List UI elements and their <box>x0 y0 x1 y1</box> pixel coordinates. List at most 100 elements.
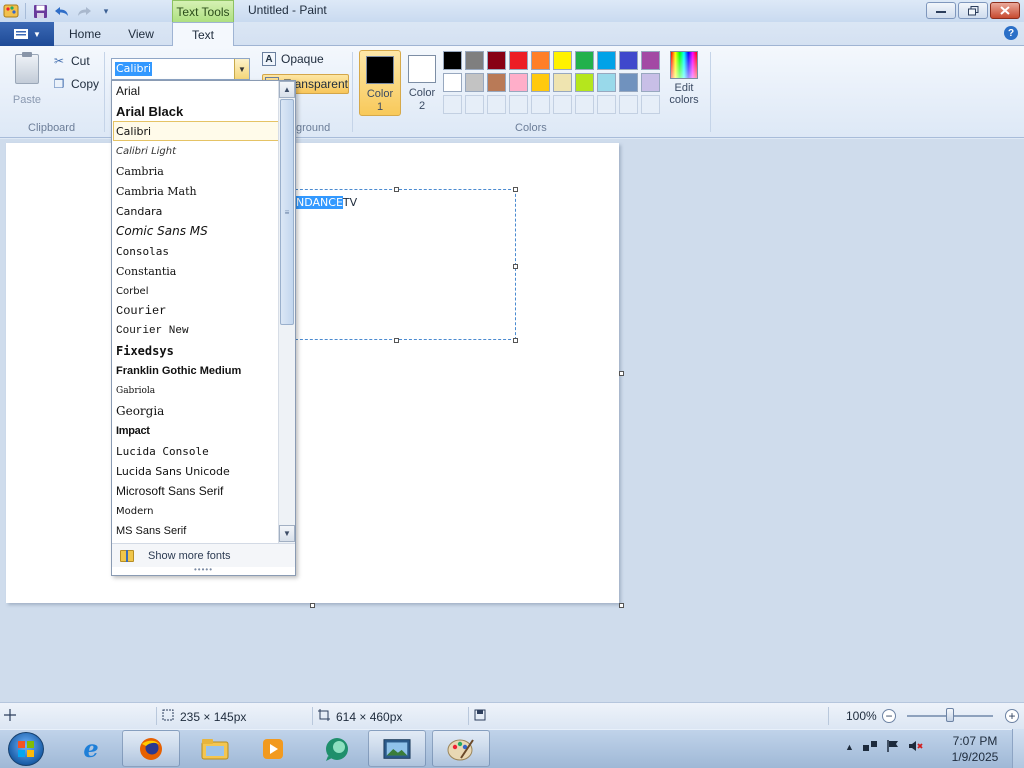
taskbar-photo-viewer[interactable] <box>368 730 426 767</box>
palette-swatch[interactable] <box>509 51 528 70</box>
font-option[interactable]: Lucida Console <box>112 441 280 461</box>
action-center-flag-icon[interactable] <box>886 739 900 756</box>
custom-color-slot[interactable] <box>487 95 506 114</box>
volume-muted-icon[interactable] <box>908 739 924 756</box>
network-icon[interactable] <box>862 739 878 756</box>
custom-color-slot[interactable] <box>509 95 528 114</box>
show-desktop-button[interactable] <box>1012 729 1024 768</box>
palette-swatch[interactable] <box>619 51 638 70</box>
custom-color-slot[interactable] <box>443 95 462 114</box>
canvas-resize-handle-bottom[interactable] <box>310 603 315 608</box>
custom-color-slot[interactable] <box>465 95 484 114</box>
close-button[interactable] <box>990 2 1020 19</box>
dropdown-resize-grip[interactable]: ••••• <box>112 566 295 575</box>
show-hidden-icons-icon[interactable]: ▲ <box>845 742 854 752</box>
tab-home[interactable]: Home <box>62 22 108 46</box>
palette-swatch[interactable] <box>443 73 462 92</box>
palette-swatch[interactable] <box>575 51 594 70</box>
minimize-button[interactable] <box>926 2 956 19</box>
palette-swatch[interactable] <box>575 73 594 92</box>
palette-swatch[interactable] <box>641 73 660 92</box>
custom-color-slot[interactable] <box>575 95 594 114</box>
undo-icon[interactable] <box>51 1 73 21</box>
font-option[interactable]: Courier New <box>112 321 280 341</box>
palette-swatch[interactable] <box>487 73 506 92</box>
taskbar-firefox[interactable] <box>122 730 180 767</box>
font-option[interactable]: Modern <box>112 501 280 521</box>
font-option[interactable]: Fixedsys <box>112 341 280 361</box>
palette-swatch[interactable] <box>619 73 638 92</box>
text-box-content[interactable]: NDANCETV <box>296 196 357 209</box>
paint-menu-button[interactable]: ▼ <box>0 22 54 46</box>
custom-color-slot[interactable] <box>641 95 660 114</box>
scrollbar-thumb[interactable]: ≡ <box>280 99 294 325</box>
chevron-down-icon[interactable]: ▼ <box>234 59 249 79</box>
palette-swatch[interactable] <box>443 51 462 70</box>
cut-button[interactable]: ✂ Cut <box>52 54 90 68</box>
canvas-resize-handle-right[interactable] <box>619 371 624 376</box>
palette-swatch[interactable] <box>509 73 528 92</box>
palette-swatch[interactable] <box>487 51 506 70</box>
tab-text[interactable]: Text <box>172 22 234 47</box>
font-option[interactable]: Microsoft Sans Serif <box>112 481 280 501</box>
customize-qat-icon[interactable]: ▾ <box>95 1 117 21</box>
font-option[interactable]: Cambria Math <box>112 181 280 201</box>
font-family-value[interactable]: Calibri <box>115 62 153 76</box>
help-icon[interactable]: ? <box>1004 26 1018 40</box>
font-option[interactable]: Corbel <box>112 281 280 301</box>
palette-swatch[interactable] <box>553 73 572 92</box>
restore-button[interactable] <box>958 2 988 19</box>
custom-color-slot[interactable] <box>619 95 638 114</box>
palette-swatch[interactable] <box>531 51 550 70</box>
canvas-resize-handle-corner[interactable] <box>619 603 624 608</box>
custom-color-slot[interactable] <box>597 95 616 114</box>
scroll-up-arrow-icon[interactable]: ▲ <box>279 81 295 98</box>
start-button[interactable] <box>8 732 44 766</box>
taskbar-chat-app[interactable] <box>308 730 366 767</box>
text-box-handle-right[interactable] <box>513 264 518 269</box>
font-option[interactable]: Constantia <box>112 261 280 281</box>
palette-swatch[interactable] <box>553 51 572 70</box>
font-option[interactable]: Impact <box>112 421 280 441</box>
palette-swatch[interactable] <box>531 73 550 92</box>
color-1-button[interactable]: Color 1 <box>359 50 401 116</box>
paint-app-icon[interactable] <box>0 1 22 21</box>
text-box-handle-bottom[interactable] <box>394 338 399 343</box>
font-option[interactable]: Comic Sans MS <box>112 221 280 241</box>
show-more-fonts-button[interactable]: Show more fonts <box>112 543 295 567</box>
zoom-in-button[interactable]: + <box>1005 709 1019 723</box>
font-option[interactable]: Arial <box>112 81 280 101</box>
text-box-handle-bottom-right[interactable] <box>513 338 518 343</box>
text-box-handle-top[interactable] <box>394 187 399 192</box>
font-option[interactable]: Lucida Sans Unicode <box>112 461 280 481</box>
custom-color-slot[interactable] <box>553 95 572 114</box>
taskbar-media-player[interactable] <box>244 730 302 767</box>
font-option[interactable]: Georgia <box>112 401 280 421</box>
font-option[interactable]: Franklin Gothic Medium <box>112 361 280 381</box>
scroll-down-arrow-icon[interactable]: ▼ <box>279 525 295 542</box>
save-icon[interactable] <box>29 1 51 21</box>
taskbar-file-explorer[interactable] <box>186 730 244 767</box>
tab-view[interactable]: View <box>114 22 168 46</box>
taskbar-internet-explorer[interactable]: e <box>62 730 120 767</box>
font-option[interactable]: Consolas <box>112 241 280 261</box>
palette-swatch[interactable] <box>465 73 484 92</box>
font-option[interactable]: Cambria <box>112 161 280 181</box>
edit-colors-button[interactable]: Edit colors <box>668 51 700 106</box>
font-family-combobox[interactable]: Calibri ▼ <box>111 58 250 80</box>
text-box-handle-top-right[interactable] <box>513 187 518 192</box>
taskbar-paint[interactable] <box>432 730 490 767</box>
palette-swatch[interactable] <box>597 73 616 92</box>
font-list-scrollbar[interactable]: ▲ ≡ ▼ <box>278 81 295 543</box>
font-option[interactable]: MS Sans Serif <box>112 521 280 541</box>
font-option[interactable]: Calibri <box>113 121 279 141</box>
palette-swatch[interactable] <box>465 51 484 70</box>
copy-button[interactable]: ❐ Copy <box>52 77 99 91</box>
text-box[interactable]: NDANCETV <box>290 189 516 340</box>
font-option[interactable]: Arial Black <box>112 101 280 121</box>
color-2-button[interactable]: Color 2 <box>401 50 443 116</box>
zoom-out-button[interactable]: − <box>882 709 896 723</box>
palette-swatch[interactable] <box>641 51 660 70</box>
font-option[interactable]: Candara <box>112 201 280 221</box>
palette-swatch[interactable] <box>597 51 616 70</box>
